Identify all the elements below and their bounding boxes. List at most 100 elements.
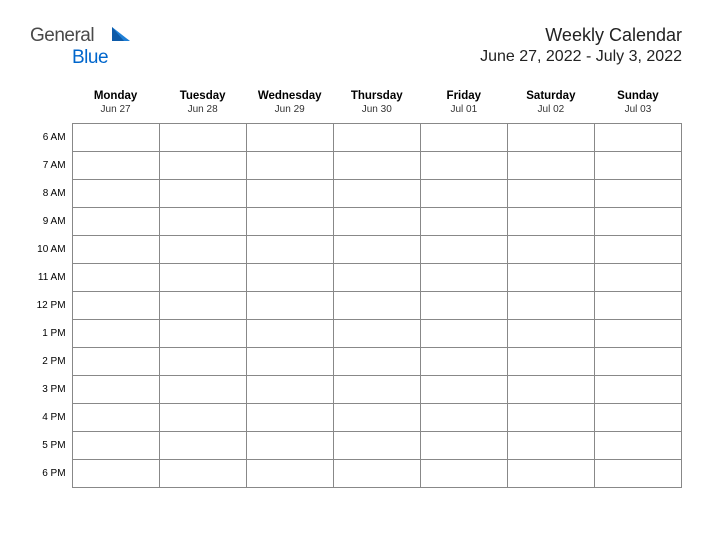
calendar-cell [420,320,507,348]
time-label: 12 PM [30,292,72,320]
calendar-cell [420,180,507,208]
calendar-cell [246,152,333,180]
calendar-cell [594,292,681,320]
calendar-cell [594,460,681,488]
day-header: Thursday [333,84,420,104]
calendar-cell [159,460,246,488]
calendar-cell [420,404,507,432]
calendar-cell [594,376,681,404]
calendar-cell [333,208,420,236]
date-header: Jun 27 [72,104,159,124]
calendar-cell [420,348,507,376]
calendar-cell [420,236,507,264]
time-label: 4 PM [30,404,72,432]
calendar-cell [507,236,594,264]
time-row: 12 PM [30,292,682,320]
calendar-cell [507,152,594,180]
calendar-cell [420,152,507,180]
calendar-cell [333,124,420,152]
calendar-cell [333,264,420,292]
calendar-cell [507,292,594,320]
calendar-cell [594,432,681,460]
calendar-cell [72,180,159,208]
time-label: 9 AM [30,208,72,236]
calendar-cell [72,404,159,432]
time-row: 2 PM [30,348,682,376]
calendar-cell [72,264,159,292]
calendar-cell [507,404,594,432]
calendar-cell [246,320,333,348]
time-row: 9 AM [30,208,682,236]
time-label: 7 AM [30,152,72,180]
calendar-cell [159,376,246,404]
calendar-cell [72,348,159,376]
calendar-cell [159,152,246,180]
calendar-cell [594,208,681,236]
time-row: 4 PM [30,404,682,432]
calendar-cell [159,180,246,208]
calendar-cell [507,124,594,152]
calendar-cell [333,180,420,208]
calendar-cell [507,264,594,292]
date-header: Jun 29 [246,104,333,124]
calendar-cell [333,320,420,348]
time-label: 6 PM [30,460,72,488]
calendar-body: 6 AM 7 AM 8 AM 9 AM 10 AM 11 AM 12 PM 1 … [30,124,682,488]
day-header-row: Monday Tuesday Wednesday Thursday Friday… [30,84,682,104]
calendar-cell [159,264,246,292]
calendar-cell [420,208,507,236]
calendar-cell [507,432,594,460]
time-label: 3 PM [30,376,72,404]
calendar-cell [72,432,159,460]
calendar-cell [159,404,246,432]
calendar-cell [507,348,594,376]
date-header: Jun 28 [159,104,246,124]
calendar-cell [72,376,159,404]
calendar-cell [594,180,681,208]
calendar-cell [507,460,594,488]
time-row: 3 PM [30,376,682,404]
calendar-cell [246,264,333,292]
date-header: Jun 30 [333,104,420,124]
calendar-cell [420,264,507,292]
date-header: Jul 02 [507,104,594,124]
calendar-cell [246,208,333,236]
calendar-cell [72,124,159,152]
calendar-cell [594,264,681,292]
day-header: Friday [420,84,507,104]
calendar-cell [594,236,681,264]
day-header: Tuesday [159,84,246,104]
calendar-cell [333,432,420,460]
calendar-cell [333,460,420,488]
calendar-cell [72,460,159,488]
calendar-cell [159,292,246,320]
time-label: 2 PM [30,348,72,376]
calendar-cell [594,404,681,432]
calendar-cell [72,292,159,320]
calendar-cell [594,320,681,348]
calendar-cell [159,236,246,264]
calendar-cell [333,292,420,320]
calendar-cell [246,376,333,404]
header: General Blue Weekly Calendar June 27, 20… [30,25,682,69]
calendar-cell [333,152,420,180]
calendar-cell [594,348,681,376]
calendar-cell [246,432,333,460]
date-header-row: Jun 27 Jun 28 Jun 29 Jun 30 Jul 01 Jul 0… [30,104,682,124]
time-label: 5 PM [30,432,72,460]
title-block: Weekly Calendar June 27, 2022 - July 3, … [480,25,682,66]
calendar-cell [159,348,246,376]
day-header: Sunday [594,84,681,104]
corner-cell [30,104,72,124]
logo-text-blue: Blue [72,47,108,68]
calendar-cell [159,124,246,152]
date-header: Jul 01 [420,104,507,124]
time-row: 6 PM [30,460,682,488]
calendar-table: Monday Tuesday Wednesday Thursday Friday… [30,84,682,488]
page-title: Weekly Calendar [480,25,682,46]
date-range: June 27, 2022 - July 3, 2022 [480,48,682,66]
calendar-cell [333,236,420,264]
calendar-cell [246,236,333,264]
calendar-cell [507,320,594,348]
calendar-cell [333,376,420,404]
